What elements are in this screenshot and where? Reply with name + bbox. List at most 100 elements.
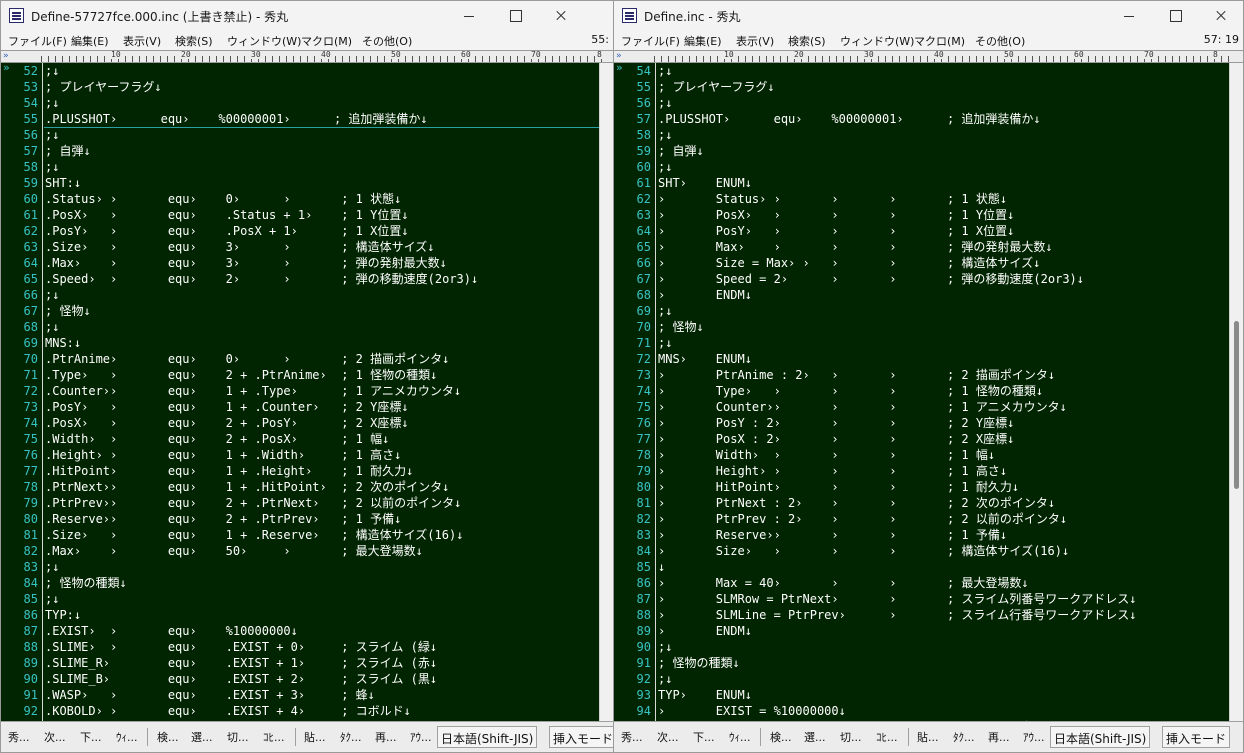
code-line[interactable]: 89 › ENDM↓ [614, 623, 1229, 639]
line-text[interactable]: .PtrNext›› equ› 1 + .HitPoint› ; 2 次のポイン… [45, 479, 449, 495]
line-text[interactable]: ;↓ [658, 335, 672, 351]
line-text[interactable]: .PosY› › equ› .PosX + 1› ; 1 X位置↓ [45, 223, 409, 239]
insert-mode-indicator[interactable]: 挿入モード [1162, 726, 1231, 748]
column-ruler[interactable]: » 10 20 30 40 50 60 70 8 [1, 50, 613, 63]
line-text[interactable]: .PosY› › equ› 1 + .Counter› ; 2 Y座標↓ [45, 399, 409, 415]
line-text[interactable]: .PosX› › equ› .Status + 1› ; 1 Y位置↓ [45, 207, 409, 223]
status-outline-button[interactable]: ｱｳ... [1023, 729, 1045, 745]
code-line[interactable]: 63 › PosX› › › › ; 1 Y位置↓ [614, 207, 1229, 223]
code-line[interactable]: 67 › Speed = 2› › › ; 弾の移動速度(2or3)↓ [614, 271, 1229, 287]
status-copy-button[interactable]: ｺﾋ... [876, 729, 898, 745]
line-text[interactable]: .Type› › equ› 2 + .PtrAnime› ; 1 怪物の種類↓ [45, 367, 437, 383]
code-line[interactable]: 64 › PosY› › › › ; 1 X位置↓ [614, 223, 1229, 239]
line-text[interactable]: › PosY› › › › ; 1 X位置↓ [658, 223, 1014, 239]
line-text[interactable]: TYP:↓ [45, 607, 81, 623]
line-text[interactable]: ;↓ [658, 303, 672, 319]
status-down-button[interactable]: 下... [80, 729, 102, 745]
code-line[interactable]: 58 ;↓ [614, 127, 1229, 143]
code-line[interactable]: 66 ;↓ [1, 287, 599, 303]
code-line[interactable]: 56 ;↓ [1, 127, 599, 143]
line-text[interactable]: .Size› › equ› 3› › ; 構造体サイズ↓ [45, 239, 435, 255]
line-text[interactable]: › Type› › › › ; 1 怪物の種類↓ [658, 383, 1043, 399]
code-line[interactable]: 73 .PosY› › equ› 1 + .Counter› ; 2 Y座標↓ [1, 399, 599, 415]
line-text[interactable]: ;↓ [658, 639, 672, 655]
code-line[interactable]: 77 › PosX : 2› › › ; 2 X座標↓ [614, 431, 1229, 447]
line-text[interactable]: › Max› › › › ; 弾の発射最大数↓ [658, 239, 1053, 255]
code-line[interactable]: 71 .Type› › equ› 2 + .PtrAnime› ; 1 怪物の種類… [1, 367, 599, 383]
close-button[interactable] [538, 1, 584, 31]
line-text[interactable]: ;↓ [658, 63, 672, 79]
line-text[interactable]: .Status› › equ› 0› › ; 1 状態↓ [45, 191, 401, 207]
status-cut-button[interactable]: 切... [840, 729, 862, 745]
insert-mode-indicator[interactable]: 挿入モード [549, 726, 613, 748]
code-line[interactable]: 84 › Size› › › › ; 構造体サイズ(16)↓ [614, 543, 1229, 559]
line-text[interactable]: .KOBOLD› › equ› .EXIST + 4› ; コボルド↓ [45, 703, 411, 719]
menu-other[interactable]: その他(O) [975, 33, 1025, 49]
line-text[interactable]: › PosY : 2› › › ; 2 Y座標↓ [658, 415, 1014, 431]
minimize-button[interactable] [446, 1, 492, 31]
text-editor-area[interactable]: » 52 ;↓ 53; プレイヤーフラグ↓ 54 ;↓ 55 .PLUSSHOT› equ›… [1, 63, 599, 721]
hidemaru-app-icon[interactable] [9, 8, 24, 23]
line-text[interactable]: › Counter›› › › ; 1 アニメカウンタ↓ [658, 399, 1067, 415]
status-next-button[interactable]: 次... [44, 729, 66, 745]
line-text[interactable]: .Max› › equ› 3› › ; 弾の発射最大数↓ [45, 255, 447, 271]
line-text[interactable]: SHT› ENUM↓ [658, 175, 752, 191]
code-line[interactable]: 70 .PtrAnime› equ› 0› › ; 2 描画ポインタ↓ [1, 351, 599, 367]
code-line[interactable]: 54 ;↓ [1, 95, 599, 111]
maximize-button[interactable] [1152, 1, 1198, 31]
code-line[interactable]: 74 › Type› › › › ; 1 怪物の種類↓ [614, 383, 1229, 399]
menu-macro[interactable]: マクロ(M) [301, 33, 352, 49]
code-lines[interactable]: 54 ;↓ 55 ; プレイヤーフラグ↓ 56 ;↓ 57 .PLUSSHOT› equ› %… [614, 63, 1229, 721]
line-text[interactable]: ; 怪物↓ [45, 303, 91, 319]
code-line[interactable]: 58 ;↓ [1, 159, 599, 175]
status-select-button[interactable]: 選... [804, 729, 826, 745]
line-text[interactable]: .Width› › equ› 2 + .PosX› ; 1 幅↓ [45, 431, 389, 447]
line-text[interactable]: .Counter›› equ› 1 + .Type› ; 1 アニメカウンタ↓ [45, 383, 461, 399]
line-text[interactable]: ;↓ [658, 159, 672, 175]
line-text[interactable]: .PtrPrev›› equ› 2 + .PtrNext› ; 2 以前のポイン… [45, 495, 461, 511]
code-line[interactable]: 78 › Width› › › › ; 1 幅↓ [614, 447, 1229, 463]
line-text[interactable]: .Size› › equ› 1 + .Reserve› ; 構造体サイズ(16)… [45, 527, 463, 543]
menu-file[interactable]: ファイル(F) [8, 33, 67, 49]
code-line[interactable]: 62 › Status› › › › ; 1 状態↓ [614, 191, 1229, 207]
line-text[interactable]: .PLUSSHOT› equ› %00000001› ; 追加弾装備か↓ [658, 111, 1041, 127]
status-cut-button[interactable]: 切... [227, 729, 249, 745]
close-button[interactable] [1198, 1, 1243, 31]
title-bar[interactable]: Define-57727fce.000.inc (上書き禁止) - 秀丸 [1, 1, 613, 31]
code-line[interactable]: 65 › Max› › › › ; 弾の発射最大数↓ [614, 239, 1229, 255]
code-line[interactable]: 68 › ENDM↓ [614, 287, 1229, 303]
line-text[interactable]: .SLIME_R› equ› .EXIST + 1› ; スライム (赤↓ [45, 655, 437, 671]
code-line[interactable]: 66 › Size = Max› › › › ; 構造体サイズ↓ [614, 255, 1229, 271]
code-line[interactable]: 61 SHT› ENUM↓ [614, 175, 1229, 191]
code-line[interactable]: 72 .Counter›› equ› 1 + .Type› ; 1 アニメカウンタ… [1, 383, 599, 399]
status-next-button[interactable]: 次... [657, 729, 679, 745]
hidemaru-app-icon[interactable] [622, 8, 637, 23]
code-line[interactable]: 73 › PtrAnime : 2› › › ; 2 描画ポインタ↓ [614, 367, 1229, 383]
code-line[interactable]: 86 › Max = 40› › › ; 最大登場数↓ [614, 575, 1229, 591]
status-search-button[interactable]: 検... [157, 729, 179, 745]
line-text[interactable]: › PtrPrev : 2› › › ; 2 以前のポインタ↓ [658, 511, 1067, 527]
line-text[interactable]: › Status› › › › ; 1 状態↓ [658, 191, 1007, 207]
line-text[interactable]: › ENDM↓ [658, 623, 752, 639]
line-text[interactable]: ;↓ [658, 127, 672, 143]
code-line[interactable]: 87 .EXIST› › equ› %10000000↓ [1, 623, 599, 639]
line-text[interactable]: › HitPoint› › › ; 1 耐久力↓ [658, 479, 1019, 495]
code-line[interactable]: 78 .PtrNext›› equ› 1 + .HitPoint› ; 2 次のポ… [1, 479, 599, 495]
line-text[interactable]: ; プレイヤーフラグ↓ [658, 79, 775, 95]
status-outline-button[interactable]: ｱｳ... [410, 729, 432, 745]
line-text[interactable]: .WASP› › equ› .EXIST + 3› ; 蜂↓ [45, 687, 375, 703]
line-text[interactable]: ; プレイヤーフラグ↓ [45, 79, 162, 95]
line-text[interactable]: › SLMRow = PtrNext› › ; スライム列番号ワークアドレス↓ [658, 591, 1136, 607]
line-text[interactable]: .PLUSSHOT› equ› %00000001› ; 追加弾装備か↓ [45, 111, 428, 127]
line-text[interactable]: ; 怪物の種類↓ [45, 575, 127, 591]
line-text[interactable]: ;↓ [45, 127, 59, 143]
code-line[interactable]: 88 › SLMLine = PtrPrev› › ; スライム行番号ワークアドレ… [614, 607, 1229, 623]
text-editor-area[interactable]: » 54 ;↓ 55; プレイヤーフラグ↓ 56 ;↓ 57 .PLUSSHOT› equ›… [614, 63, 1229, 721]
line-text[interactable]: ; 怪物↓ [658, 319, 704, 335]
menu-window[interactable]: ウィンドウ(W) [227, 33, 301, 49]
code-line[interactable]: 77 .HitPoint› equ› 1 + .Height› ; 1 耐久力↓ [1, 463, 599, 479]
line-text[interactable]: ;↓ [45, 95, 59, 111]
code-line[interactable]: 65 .Speed› › equ› 2› › ; 弾の移動速度(2or3)↓ [1, 271, 599, 287]
code-line[interactable]: 59 SHT:↓ [1, 175, 599, 191]
status-window-button[interactable]: ｳｨ... [116, 729, 138, 745]
